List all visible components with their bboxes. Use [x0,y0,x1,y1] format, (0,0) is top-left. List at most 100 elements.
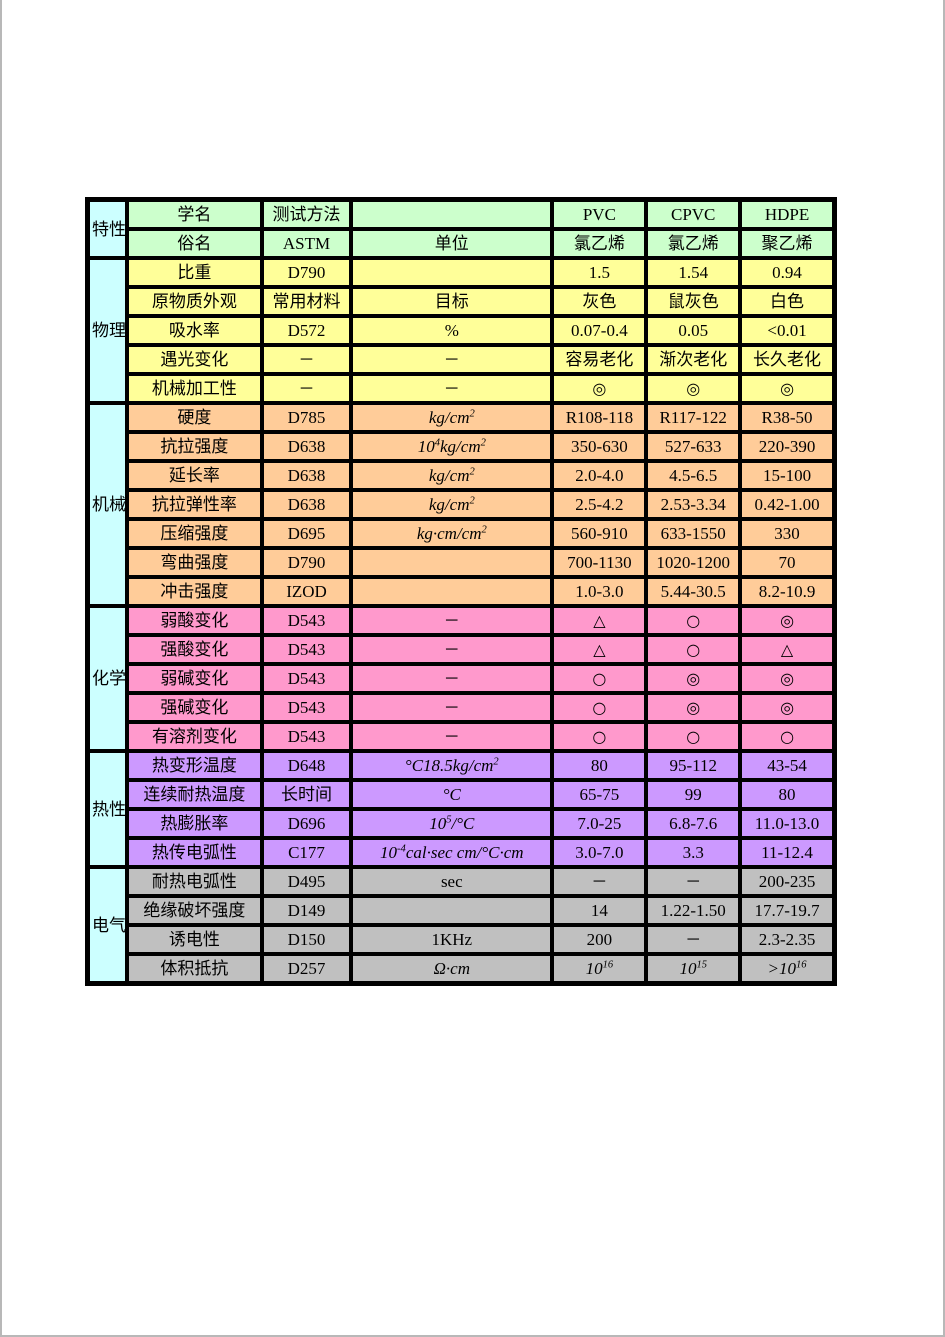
row-value-pvc: 0.07-0.4 [552,316,647,345]
material-properties-table-wrapper: 特性 学名 测试方法 PVC CPVC HDPE 俗名 ASTM 单位 氯乙烯 … [85,197,837,986]
rating-symbol: － [443,669,460,688]
row-property-name: 压缩强度 [126,519,262,548]
row-value-cpvc: 5.44-30.5 [646,577,741,606]
header-property-scientific: 学名 [126,200,262,229]
table-row: 遇光变化 － － 容易老化 渐次老化 长久老化 [88,345,834,374]
row-value-pvc: 容易老化 [552,345,647,374]
row-property-name: 弯曲强度 [126,548,262,577]
row-property-name: 有溶剂变化 [126,722,262,751]
rating-symbol: － [443,611,460,630]
row-property-name: 抗拉弹性率 [126,490,262,519]
row-unit: % [351,316,553,345]
row-value-pvc: R108-118 [552,403,647,432]
table-row: 物理性质比重D790 1.51.540.94 [88,258,834,403]
row-test-method: D543 [261,722,352,751]
rating-symbol: ○ [686,727,701,746]
table-row: 抗拉弹性率 D638 kg/cm2 2.5-4.2 2.53-3.34 0.42-1.00 [88,490,834,519]
table-row: 延长率 D638 kg/cm2 2.0-4.0 4.5-6.5 15-100 [88,461,834,490]
row-value-hdpe: 2.3-2.35 [740,925,834,954]
header-group-label: 特性 [88,200,127,258]
row-test-method: － [261,345,352,374]
row-value-pvc: 350-630 [552,432,647,461]
table-row: 机械性质硬度D785kg/cm2R108-118R117-122R38-50 [88,403,834,606]
row-value-cpvc: ◎ [646,664,741,693]
row-value-cpvc: 0.05 [646,316,741,345]
row-unit: 104kg/cm2 [351,432,553,461]
row-value-cpvc: ○ [646,635,741,664]
row-value-cpvc: － [646,925,741,954]
row-value-hdpe: 43-54 [740,751,834,780]
row-value-hdpe: 长久老化 [740,345,834,374]
row-value-pvc: 7.0-25 [552,809,647,838]
rating-symbol: － [591,872,608,891]
row-value-cpvc: 3.3 [646,838,741,867]
rating-symbol: ○ [592,669,607,688]
row-unit [351,896,553,925]
rating-symbol: ◎ [780,669,795,688]
rating-symbol: ◎ [686,698,701,717]
row-unit: － [351,345,553,374]
row-property-name: 比重 [126,258,262,287]
row-unit: 10-4cal·sec cm/°C·cm [351,838,553,867]
row-value-cpvc: 渐次老化 [646,345,741,374]
rating-symbol: － [443,379,460,398]
row-property-name: 热膨胀率 [126,809,262,838]
row-test-method: D495 [261,867,352,896]
row-unit: °C18.5kg/cm2 [351,751,553,780]
rating-symbol: － [298,350,315,369]
row-test-method: D638 [261,432,352,461]
row-value-hdpe: 70 [740,548,834,577]
rating-symbol: △ [593,640,606,659]
rating-symbol: － [443,698,460,717]
row-value-pvc: 1.0-3.0 [552,577,647,606]
row-value-hdpe: 11.0-13.0 [740,809,834,838]
header-material-cpvc-common: 氯乙烯 [646,229,741,258]
row-unit: － [351,693,553,722]
row-value-hdpe: ◎ [740,664,834,693]
row-value-pvc: 700-1130 [552,548,647,577]
rating-symbol: △ [780,640,794,659]
row-value-cpvc: R117-122 [646,403,741,432]
row-unit: － [351,606,553,635]
row-unit: 目标 [351,287,553,316]
worksheet-page: 特性 学名 测试方法 PVC CPVC HDPE 俗名 ASTM 单位 氯乙烯 … [0,0,945,1337]
rating-symbol: ○ [780,727,795,746]
row-value-hdpe: 8.2-10.9 [740,577,834,606]
rating-symbol: － [443,640,460,659]
row-value-hdpe: 15-100 [740,461,834,490]
row-value-hdpe: 330 [740,519,834,548]
section-group-label: 化学性质 [88,606,127,751]
rating-symbol: － [685,872,702,891]
row-property-name: 诱电性 [126,925,262,954]
row-value-pvc: 65-75 [552,780,647,809]
row-unit: 105/°C [351,809,553,838]
table-header-row-1: 特性 学名 测试方法 PVC CPVC HDPE [88,200,834,258]
rating-symbol: ◎ [686,379,701,398]
table-row: 有溶剂变化 D543 － ○ ○ ○ [88,722,834,751]
row-value-hdpe: 白色 [740,287,834,316]
row-value-hdpe: <0.01 [740,316,834,345]
row-value-pvc: ○ [552,664,647,693]
row-property-name: 抗拉强度 [126,432,262,461]
row-value-pvc: 2.5-4.2 [552,490,647,519]
row-test-method: D696 [261,809,352,838]
row-value-pvc: 1.5 [552,258,647,287]
row-value-cpvc: 1020-1200 [646,548,741,577]
row-value-cpvc: 633-1550 [646,519,741,548]
row-unit: Ω·cm [351,954,553,983]
rating-symbol: － [685,930,702,949]
row-value-pvc: 灰色 [552,287,647,316]
rating-symbol: ◎ [686,669,701,688]
row-test-method: D638 [261,461,352,490]
row-unit: － [351,374,553,403]
row-test-method: D648 [261,751,352,780]
table-row: 诱电性 D150 1KHz 200 － 2.3-2.35 [88,925,834,954]
row-value-cpvc: 1015 [646,954,741,983]
material-properties-table: 特性 学名 测试方法 PVC CPVC HDPE 俗名 ASTM 单位 氯乙烯 … [85,197,837,986]
row-property-name: 热传电弧性 [126,838,262,867]
table-header-row-2: 俗名 ASTM 单位 氯乙烯 氯乙烯 聚乙烯 [88,229,834,258]
header-material-pvc-common: 氯乙烯 [552,229,647,258]
row-value-hdpe: 11-12.4 [740,838,834,867]
table-row: 热传电弧性 C177 10-4cal·sec cm/°C·cm 3.0-7.0 3.3 1… [88,838,834,867]
header-material-pvc: PVC [552,200,647,229]
